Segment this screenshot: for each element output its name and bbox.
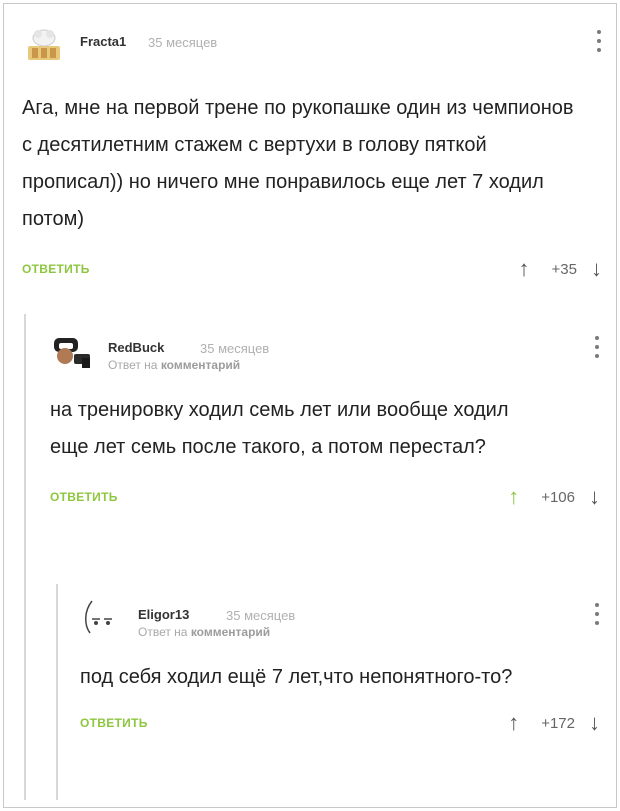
thread-line[interactable] <box>56 584 58 800</box>
comment-time: 35 месяцев <box>148 35 218 50</box>
arrow-up-icon[interactable]: ↑ <box>508 710 519 736</box>
arrow-up-icon[interactable]: ↑ <box>519 256 530 282</box>
reply-button[interactable]: ОТВЕТИТЬ <box>50 490 118 504</box>
arrow-down-icon[interactable]: ↓ <box>589 710 600 736</box>
vote-score: +106 <box>541 488 575 506</box>
comment: RedBuck 35 месяцев Ответ на комментарий … <box>50 328 610 522</box>
avatar[interactable] <box>22 22 66 66</box>
more-vertical-icon[interactable] <box>594 603 600 627</box>
arrow-down-icon[interactable]: ↓ <box>591 256 602 282</box>
avatar[interactable] <box>80 595 124 639</box>
vote-controls: ↑ +35 ↓ <box>519 254 602 284</box>
reply-to: Ответ на комментарий <box>108 358 240 372</box>
author-name[interactable]: Fracta1 <box>80 34 126 49</box>
vote-controls: ↑ +106 ↓ <box>508 482 600 512</box>
reply-to-prefix: Ответ на <box>138 625 188 639</box>
reply-to-link[interactable]: комментарий <box>161 358 240 372</box>
more-vertical-icon[interactable] <box>596 30 602 54</box>
vote-score: +172 <box>541 714 575 732</box>
comment-text: под себя ходил ещё 7 лет,что непонятного… <box>80 666 513 688</box>
avatar[interactable] <box>50 328 94 372</box>
comment-footer: ОТВЕТИТЬ ↑ +106 ↓ <box>50 482 610 522</box>
comment: Eligor13 35 месяцев Ответ на комментарий… <box>80 595 610 748</box>
comment-header: Eligor13 35 месяцев Ответ на комментарий <box>80 595 610 641</box>
comment-text: Ага, мне на первой трене по рукопашке од… <box>22 97 574 230</box>
reply-button[interactable]: ОТВЕТИТЬ <box>22 262 90 276</box>
vote-controls: ↑ +172 ↓ <box>508 708 600 738</box>
reply-to: Ответ на комментарий <box>138 625 270 639</box>
comment-footer: ОТВЕТИТЬ ↑ +35 ↓ <box>22 254 612 294</box>
comment-time: 35 месяцев <box>226 608 296 623</box>
arrow-down-icon[interactable]: ↓ <box>589 484 600 510</box>
thread-line[interactable] <box>24 314 26 800</box>
arrow-up-icon[interactable]: ↑ <box>508 484 519 510</box>
reply-to-prefix: Ответ на <box>108 358 158 372</box>
vote-score: +35 <box>551 260 577 278</box>
comment-header: RedBuck 35 месяцев Ответ на комментарий <box>50 328 610 374</box>
comment-header: Fracta1 35 месяцев <box>22 22 612 68</box>
comment-text: на тренировку ходил семь лет или вообще … <box>50 399 509 458</box>
more-vertical-icon[interactable] <box>594 336 600 360</box>
author-name[interactable]: Eligor13 <box>138 607 189 622</box>
reply-to-link[interactable]: комментарий <box>191 625 270 639</box>
comment: Fracta1 35 месяцев Ага, мне на первой тр… <box>22 22 612 294</box>
comment-footer: ОТВЕТИТЬ ↑ +172 ↓ <box>80 708 610 748</box>
comment-time: 35 месяцев <box>200 341 270 356</box>
author-name[interactable]: RedBuck <box>108 340 164 355</box>
reply-button[interactable]: ОТВЕТИТЬ <box>80 716 148 730</box>
